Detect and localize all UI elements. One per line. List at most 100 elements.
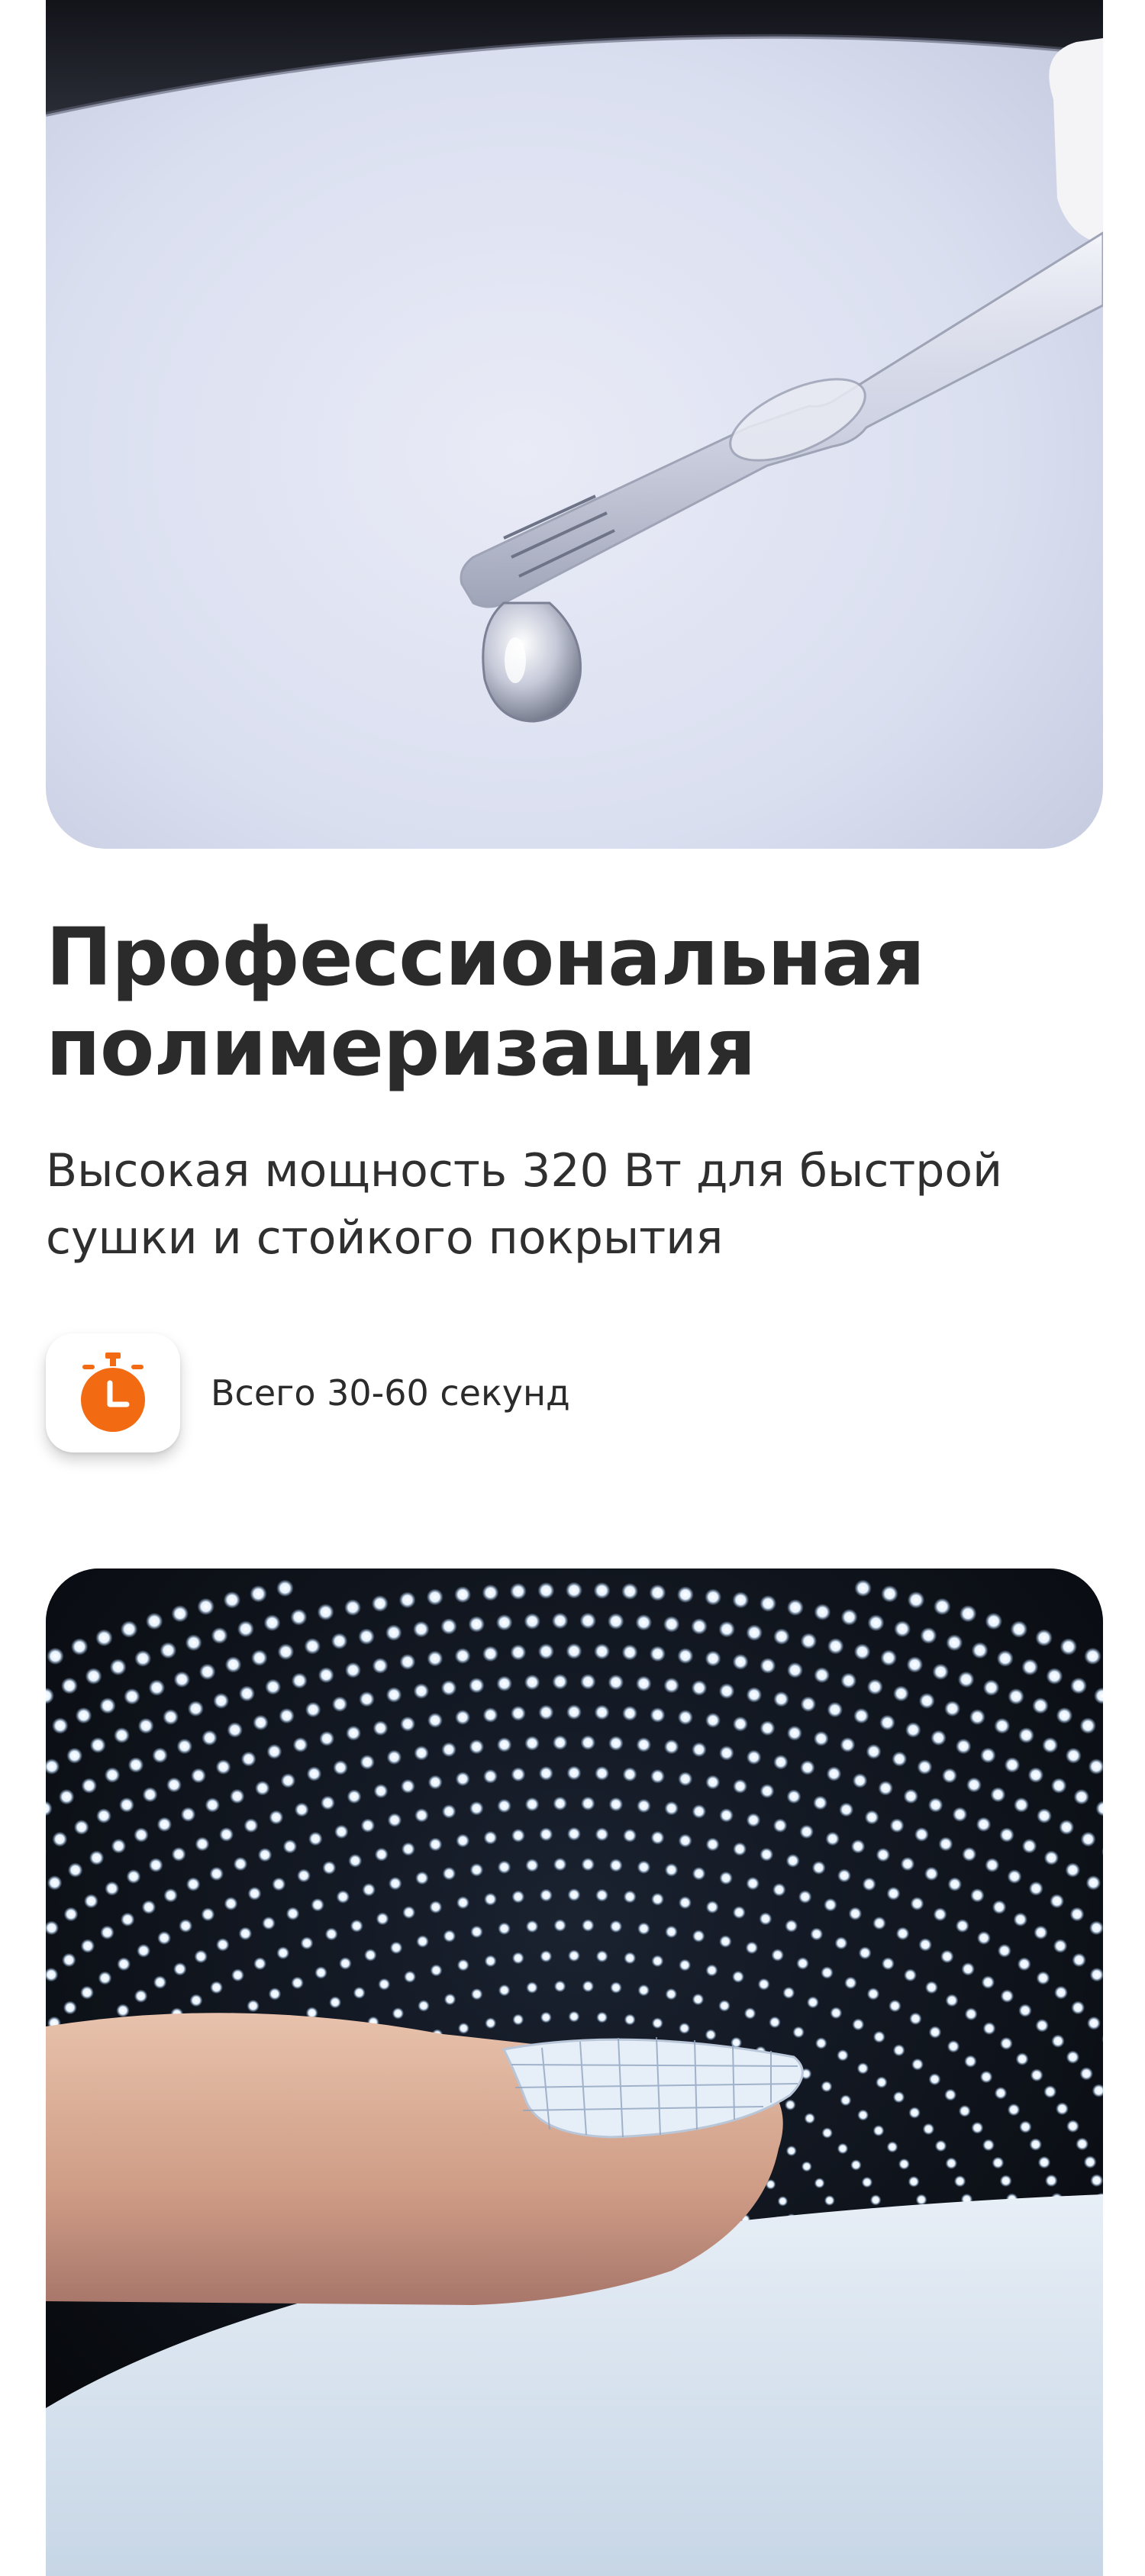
led-dot: [262, 1916, 276, 1930]
led-dot: [719, 1808, 734, 1823]
led-dot: [134, 1989, 148, 2003]
led-dot: [705, 1837, 720, 1852]
led-dot: [759, 1912, 772, 1926]
led-dot: [881, 1957, 895, 1971]
led-dot: [1035, 1629, 1053, 1647]
led-dot: [898, 2158, 910, 2170]
led-dot: [244, 1818, 259, 1833]
led-dot: [100, 1925, 114, 1940]
led-dot: [840, 1737, 856, 1752]
led-dot: [345, 1662, 361, 1678]
led-dot: [231, 1968, 244, 1982]
led-dot: [319, 1730, 335, 1746]
led-dot: [187, 1701, 204, 1717]
led-dot: [89, 1737, 106, 1753]
led-dot: [608, 1674, 624, 1691]
led-dot: [470, 1925, 483, 1939]
led-dot: [911, 2058, 924, 2071]
led-dot: [821, 1966, 834, 1979]
led-dot: [524, 1674, 540, 1691]
led-dot: [120, 1620, 138, 1638]
led-dot: [469, 1739, 485, 1755]
led-dot: [173, 1962, 187, 1976]
led-dot: [821, 2127, 833, 2139]
led-dot: [800, 1696, 817, 1712]
led-dot: [982, 2022, 996, 2036]
led-dot: [777, 2196, 789, 2207]
led-dot: [567, 1888, 581, 1901]
led-dot: [918, 1938, 932, 1952]
led-dot: [814, 2178, 825, 2189]
led-dot: [1004, 1757, 1021, 1773]
led-dot: [664, 1863, 679, 1877]
led-dot: [945, 1994, 959, 2007]
led-dot: [621, 1644, 638, 1661]
led-dot: [806, 1996, 819, 2009]
led-dot: [733, 1778, 748, 1794]
led-dot: [1051, 2034, 1065, 2048]
led-dot: [427, 1650, 443, 1667]
led-dot: [934, 1598, 951, 1616]
led-dot: [198, 1663, 216, 1681]
led-dot: [773, 1754, 789, 1770]
led-dot: [73, 1820, 89, 1835]
led-dot: [239, 1685, 255, 1702]
led-dot: [969, 1709, 985, 1726]
led-dot: [524, 1613, 540, 1630]
led-dot: [277, 1643, 295, 1660]
led-dot: [582, 1919, 595, 1932]
led-dot: [511, 1952, 524, 1965]
led-dot: [566, 1643, 582, 1659]
led-dot: [414, 1746, 429, 1761]
led-dot: [1034, 1925, 1048, 1940]
led-dot: [992, 2156, 1005, 2169]
led-dot: [537, 1643, 554, 1660]
led-dot: [996, 1649, 1014, 1667]
led-dot: [358, 1628, 375, 1645]
led-dot: [229, 1788, 245, 1804]
led-dot: [537, 1581, 555, 1599]
led-dot: [840, 2094, 852, 2107]
led-dot: [1069, 1907, 1085, 1922]
led-dot: [526, 1981, 538, 1994]
led-dot: [498, 1922, 511, 1936]
led-dot: [171, 1604, 189, 1623]
led-dot: [426, 1588, 443, 1606]
led-dot: [360, 1754, 375, 1770]
led-dot: [914, 1827, 929, 1842]
led-dot: [95, 1629, 113, 1647]
led-dot: [581, 1857, 595, 1872]
led-dot: [595, 1827, 609, 1842]
led-dot: [353, 1986, 366, 1999]
led-dot: [624, 1952, 637, 1965]
led-dot: [732, 1906, 746, 1920]
led-dot: [272, 1877, 286, 1891]
section-title: Профессиональная полимеризация: [46, 912, 1099, 1092]
led-dot: [834, 1936, 848, 1950]
led-dot: [389, 1941, 403, 1955]
led-dot: [732, 1653, 749, 1670]
led-dot: [785, 2099, 796, 2110]
led-dot: [70, 1638, 89, 1656]
led-dot: [650, 1707, 666, 1723]
led-dot: [955, 1738, 972, 1755]
led-dot: [971, 2121, 984, 2134]
led-dot: [1007, 1869, 1022, 1884]
led-dot: [482, 1707, 498, 1723]
led-dot: [857, 2109, 869, 2121]
led-dot: [719, 1871, 733, 1885]
led-dot: [247, 1886, 262, 1901]
led-dot: [497, 1798, 511, 1814]
led-dot: [399, 1653, 416, 1670]
led-dot: [145, 1612, 163, 1630]
led-dot: [227, 1722, 243, 1738]
led-dot: [1045, 2174, 1058, 2188]
led-dot: [942, 1768, 957, 1784]
led-dot: [665, 1925, 678, 1939]
led-dot: [285, 1907, 300, 1920]
led-dot: [732, 1716, 748, 1732]
led-dot: [109, 1659, 127, 1676]
led-dot: [374, 1847, 389, 1862]
led-dot: [457, 2022, 469, 2034]
section-subtitle-line1: Высокая мощность 320 Вт для быстрой: [46, 1144, 1003, 1198]
